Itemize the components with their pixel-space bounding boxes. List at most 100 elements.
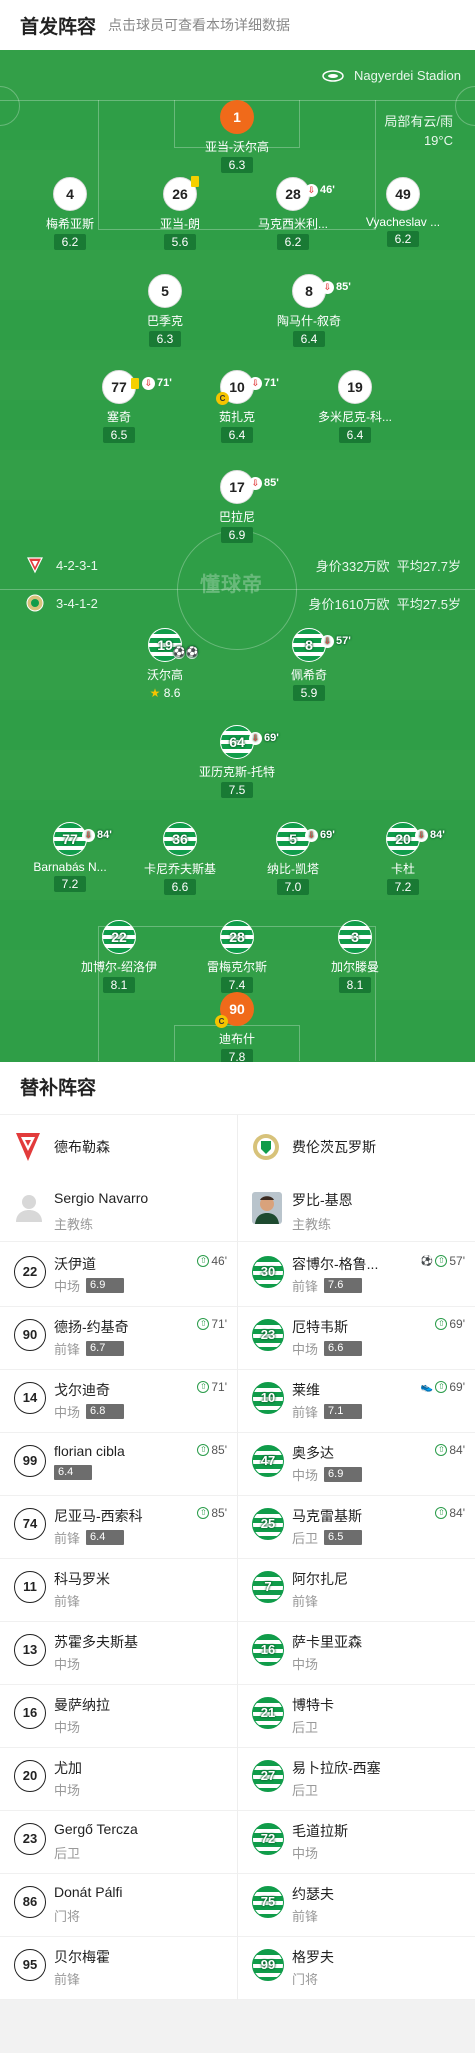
home-sub-row[interactable]: 20 尤加 中场 [0, 1748, 237, 1811]
star-icon: ★ [149, 686, 161, 700]
sub-player-name: 博特卡 [292, 1697, 334, 1713]
home-coach[interactable]: Sergio Navarro 主教练 [0, 1178, 237, 1240]
home-player-10[interactable]: 10 C ⇩ 71' 茹扎克 6.4 [182, 370, 292, 444]
sub-in-minute: 85' [211, 1443, 227, 1457]
away-player-3[interactable]: 3 加尔滕曼 8.1 [300, 920, 410, 994]
player-name: 卡尼乔夫斯基 [143, 862, 216, 876]
sub-in-icon: ⇧ [435, 1318, 448, 1330]
sub-player-name: 科马罗米 [54, 1571, 110, 1587]
sub-in-event: ⇧ 71' [197, 1317, 227, 1331]
away-team-logo-icon [253, 1134, 279, 1160]
weather-temp: 19°C [423, 133, 453, 148]
away-sub-row[interactable]: 99 格罗夫 门将 [238, 1937, 475, 2000]
sub-jersey-number: 14 [14, 1382, 46, 1414]
player-rating: 5.6 [164, 234, 196, 250]
weather-info: 局部有云/雨 19°C [384, 112, 453, 150]
position-label: 后卫 [292, 1531, 319, 1546]
sub-in-event: ⇧ 84' [435, 1443, 465, 1457]
position-label: 前锋 [54, 1972, 81, 1987]
away-sub-row[interactable]: 10 莱维 前锋 7.1 👟 ⇧ 69' [238, 1370, 475, 1433]
sub-jersey-number: 90 [14, 1319, 46, 1351]
player-rating: 6.5 [103, 427, 135, 443]
sub-in-event: ⇧ 85' [197, 1443, 227, 1457]
home-sub-row[interactable]: 13 苏霍多夫斯基 中场 [0, 1622, 237, 1685]
subs-title: 替补阵容 [20, 1078, 97, 1099]
home-player-28[interactable]: 28 ⇩ 46' 马克西米利... 6.2 [238, 177, 348, 251]
away-sub-row[interactable]: 72 毛道拉斯 中场 [238, 1811, 475, 1874]
away-player-28[interactable]: 28 雷梅克尔斯 7.4 [182, 920, 292, 994]
player-name: 卡杜 [390, 862, 415, 876]
away-player-8[interactable]: 8 ⇩ 57' 佩希奇 5.9 [254, 628, 364, 702]
away-sub-row[interactable]: 7 阿尔扎尼 前锋 [238, 1559, 475, 1622]
away-player-36[interactable]: 36 卡尼乔夫斯基 6.6 [125, 822, 235, 896]
away-sub-row[interactable]: 27 易卜拉欣-西塞 后卫 [238, 1748, 475, 1811]
sub-in-event: ⇧ 84' [435, 1506, 465, 1520]
rating-badge: 7.6 [324, 1278, 363, 1293]
player-name: 茹扎克 [218, 410, 255, 424]
sub-in-minute: 69' [449, 1317, 465, 1331]
home-sub-row[interactable]: 95 贝尔梅霍 前锋 [0, 1937, 237, 2000]
rating-badge: 6.5 [324, 1530, 363, 1545]
away-sub-row[interactable]: 16 萨卡里亚森 中场 [238, 1622, 475, 1685]
jersey-number: 28 [220, 920, 254, 954]
sub-player-position: 前锋 7.1 [292, 1402, 363, 1421]
home-coach-name: Sergio Navarro [54, 1190, 149, 1206]
away-player-20[interactable]: 20 ⇩ 84' 卡杜 7.2 [348, 822, 458, 896]
away-sub-row[interactable]: 30 容博尔-格鲁... 前锋 7.6 ⚽ ⇧ 57' [238, 1244, 475, 1307]
home-player-77[interactable]: 77 ⇩ 71' 塞奇 6.5 [64, 370, 174, 444]
home-sub-row[interactable]: 86 Donát Pálfi 门将 [0, 1874, 237, 1937]
away-player-19[interactable]: 19 ⚽ ⚽ 沃尔高 ★ 8.6 [110, 628, 220, 702]
away-player-64[interactable]: 64 ⇩ 69' 亚历克斯-托特 7.5 [182, 725, 292, 799]
away-sub-row[interactable]: 21 博特卡 后卫 [238, 1685, 475, 1748]
home-sub-row[interactable]: 14 戈尔迪奇 中场 6.8 ⇧ 71' [0, 1370, 237, 1433]
away-sub-row[interactable]: 47 奥多达 中场 6.9 ⇧ 84' [238, 1433, 475, 1496]
away-sub-row[interactable]: 25 马克雷基斯 后卫 6.5 ⇧ 84' [238, 1496, 475, 1559]
sub-off-icon: ⇩ [305, 183, 318, 197]
lineup-page: 首发阵容 点击球员可查看本场详细数据 Nagyerdei Stadion 局部有… [0, 0, 475, 2053]
sub-player-name: 戈尔迪奇 [54, 1382, 110, 1398]
player-name: 加博尔-绍洛伊 [81, 960, 157, 974]
rating-badge: 6.9 [86, 1278, 125, 1293]
player-rating: 7.0 [277, 879, 309, 895]
stadium-icon [322, 69, 344, 82]
sub-player-position: 中场 6.8 [54, 1402, 125, 1421]
sub-player-position: 前锋 [292, 1591, 318, 1610]
position-label: 后卫 [292, 1720, 319, 1735]
away-player-5[interactable]: 5 ⇩ 69' 纳比-凯塔 7.0 [238, 822, 348, 896]
player-rating: 7.2 [387, 879, 419, 895]
away-player-77[interactable]: 77 ⇩ 84' Barnabás N... 7.2 [15, 822, 125, 893]
home-sub-row[interactable]: 23 Gergő Tercza 后卫 [0, 1811, 237, 1874]
sub-jersey-number: 74 [14, 1508, 46, 1540]
home-player-8[interactable]: 8 ⇩ 85' 陶马什-叙奇 6.4 [254, 274, 364, 348]
sub-player-position: 后卫 [54, 1843, 80, 1862]
jersey-number: 5 [148, 274, 182, 308]
away-coach[interactable]: 罗比-基恩 主教练 [238, 1178, 475, 1240]
away-sub-row[interactable]: 23 厄特韦斯 中场 6.6 ⇧ 69' [238, 1307, 475, 1370]
sub-jersey-number: 22 [14, 1256, 46, 1288]
player-name: 陶马什-叙奇 [277, 314, 341, 328]
sub-player-position: 后卫 [292, 1780, 318, 1799]
home-sub-row[interactable]: 22 沃伊道 中场 6.9 ⇧ 46' [0, 1244, 237, 1307]
away-age: 平均27.5岁 [396, 597, 461, 612]
home-player-26[interactable]: 26 亚当-朗 5.6 [125, 176, 235, 251]
home-sub-row[interactable]: 74 尼亚马-西索科 前锋 6.4 ⇧ 85' [0, 1496, 237, 1559]
player-rating: 7.8 [221, 1049, 253, 1062]
home-sub-row[interactable]: 11 科马罗米 前锋 [0, 1559, 237, 1622]
home-player-4[interactable]: 4 梅希亚斯 6.2 [15, 177, 125, 251]
away-player-90[interactable]: 90 C 迪布什 7.8 [182, 992, 292, 1062]
sub-player-name: 容博尔-格鲁... [292, 1256, 379, 1272]
away-player-22[interactable]: 22 加博尔-绍洛伊 8.1 [64, 920, 174, 994]
home-player-49[interactable]: 49 Vyacheslav ... 6.2 [348, 177, 458, 248]
home-team-name: 德布勒森 [54, 1139, 110, 1155]
home-player-19[interactable]: 19 多米尼克-科... 6.4 [300, 370, 410, 444]
away-sub-row[interactable]: 75 约瑟夫 前锋 [238, 1874, 475, 1937]
home-player-1[interactable]: 1 亚当-沃尔高 6.3 [182, 100, 292, 174]
home-player-5[interactable]: 5 巴季克 6.3 [110, 274, 220, 348]
home-sub-row[interactable]: 16 曼萨纳拉 中场 [0, 1685, 237, 1748]
home-sub-row[interactable]: 99 florian cibla 6.4 ⇧ 85' [0, 1433, 237, 1496]
sub-jersey-number: 25 [252, 1508, 284, 1540]
rating-badge: 6.4 [54, 1465, 92, 1480]
home-sub-row[interactable]: 90 德扬-约基奇 前锋 6.7 ⇧ 71' [0, 1307, 237, 1370]
sub-player-name: 萨卡里亚森 [292, 1634, 362, 1650]
home-player-17[interactable]: 17 ⇩ 85' 巴拉尼 6.9 [182, 470, 292, 544]
